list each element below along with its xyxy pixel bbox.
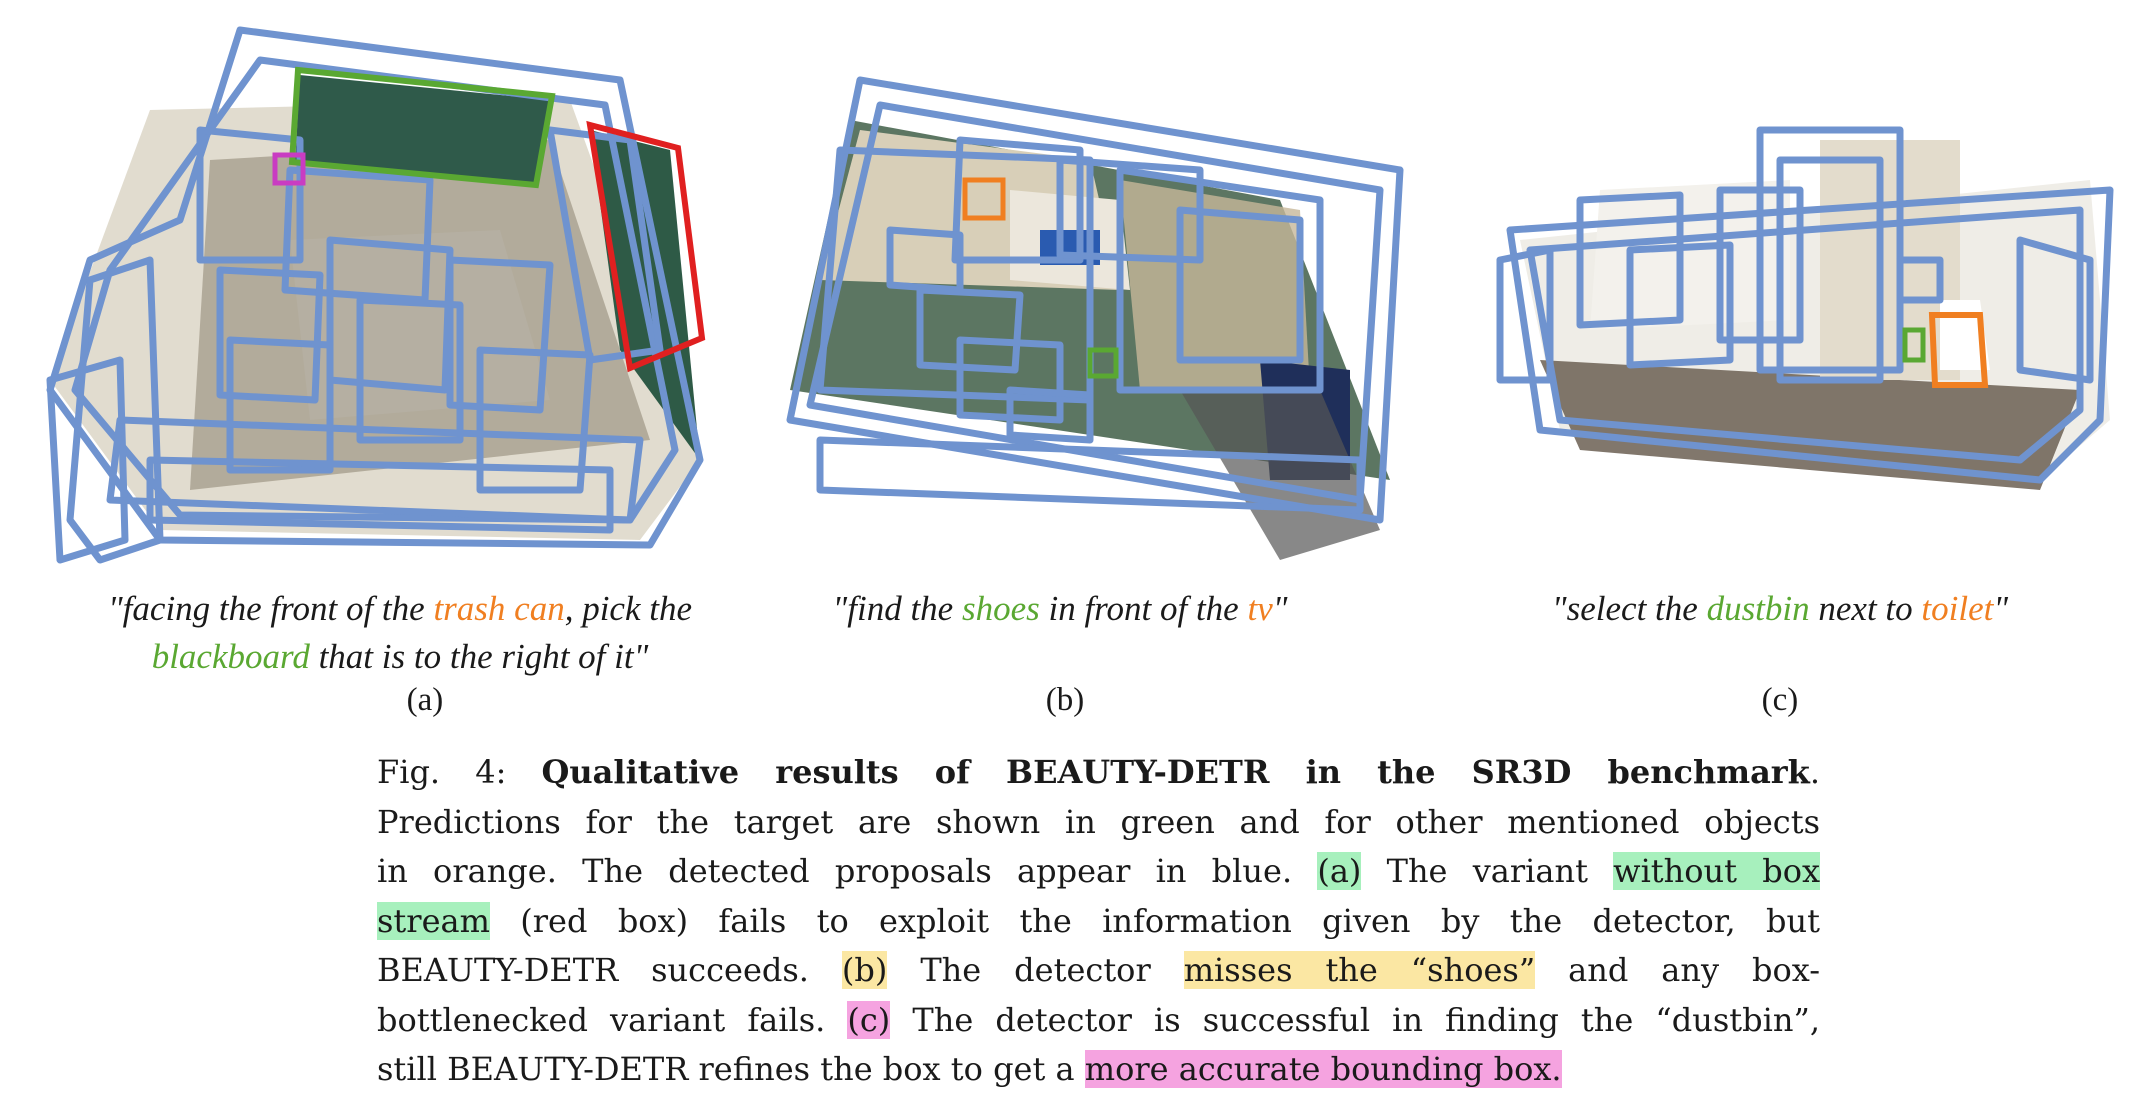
scene-c-render — [1496, 126, 2114, 490]
panel-b-label: (b) — [1045, 682, 1085, 718]
caption-l5-text-c: and any box- — [1535, 951, 1821, 989]
caption-l5-text-a: BEAUTY-DETR succeeds. — [377, 951, 842, 989]
highlight-a-label: (a) — [1317, 852, 1362, 890]
highlight-accurate-box: more accurate bounding box. — [1084, 1050, 1562, 1088]
caption-line-3: in orange. The detected proposals appear… — [377, 847, 1821, 897]
quote-a: "facing the front of the trash can, pick… — [40, 585, 760, 681]
quote-c-target-object: dustbin — [1706, 589, 1810, 628]
caption-line-7: still BEAUTY-DETR refines the box to get… — [377, 1045, 1820, 1095]
caption-line-1: Fig. 4: Qualitative results of BEAUTY-DE… — [377, 748, 1820, 798]
quote-a-other-object: trash can — [433, 589, 565, 628]
quote-c-pre: "select the — [1551, 589, 1707, 628]
caption-line-5: BEAUTY-DETR succeeds. (b) The detector m… — [377, 946, 1820, 996]
quote-b-other-object: tv — [1247, 589, 1273, 628]
highlight-c-label: (c) — [847, 1000, 891, 1039]
quote-a-line1-post: , pick the — [564, 589, 692, 628]
highlight-misses-shoes: misses the “shoes” — [1183, 951, 1536, 989]
scene-a-render — [46, 26, 706, 564]
quote-b-target-object: shoes — [961, 589, 1040, 628]
figure-caption: Fig. 4: Qualitative results of BEAUTY-DE… — [377, 748, 1820, 1095]
caption-line-2: Predictions for the target are shown in … — [377, 802, 1820, 841]
panel-c-scene — [1480, 120, 2120, 500]
quote-a-target-object: blackboard — [151, 637, 310, 676]
scene-b-render — [786, 76, 1404, 560]
highlight-without-box: without box — [1613, 852, 1821, 890]
quote-b: "find the shoes in front of the tv" — [780, 585, 1340, 633]
quote-c-mid: next to — [1809, 589, 1922, 628]
caption-l6-text-a: bottlenecked variant fails. — [377, 1000, 848, 1039]
caption-title-end: . — [1809, 753, 1821, 791]
quote-c-post: " — [1993, 589, 2009, 628]
quote-a-line1-pre: "facing the front of the — [107, 589, 434, 628]
caption-title: Qualitative results of BEAUTY-DETR in th… — [541, 753, 1810, 791]
quote-b-mid: in front of the — [1039, 589, 1248, 628]
caption-l4-text: (red box) fails to exploit the informati… — [489, 901, 1820, 940]
caption-l3-text-b: The variant — [1361, 852, 1614, 890]
caption-l7-text: still BEAUTY-DETR refines the box to get… — [377, 1050, 1085, 1088]
caption-l5-text-b: The detector — [887, 951, 1184, 989]
caption-fig-label: Fig. 4: — [377, 753, 542, 791]
quote-b-post: " — [1272, 589, 1288, 628]
highlight-stream: stream — [377, 901, 490, 940]
panel-c-label: (c) — [1761, 682, 1799, 718]
caption-l6-text-b: The detector is successful in finding th… — [890, 1000, 1821, 1039]
quote-b-pre: "find the — [832, 589, 962, 628]
quote-c-other-object: toilet — [1921, 589, 1994, 628]
highlight-b-label: (b) — [841, 951, 888, 989]
panel-a-label: (a) — [406, 682, 444, 718]
caption-line-4: stream (red box) fails to exploit the in… — [377, 897, 1820, 947]
panel-a-scene — [30, 20, 720, 580]
caption-line-6: bottlenecked variant fails. (c) The dete… — [377, 996, 1820, 1046]
quote-c: "select the dustbin next to toilet" — [1500, 585, 2060, 633]
caption-l3-text-a: in orange. The detected proposals appear… — [377, 852, 1318, 890]
quote-a-line2-post: that is to the right of it" — [309, 637, 649, 676]
panel-b-scene — [760, 60, 1410, 570]
